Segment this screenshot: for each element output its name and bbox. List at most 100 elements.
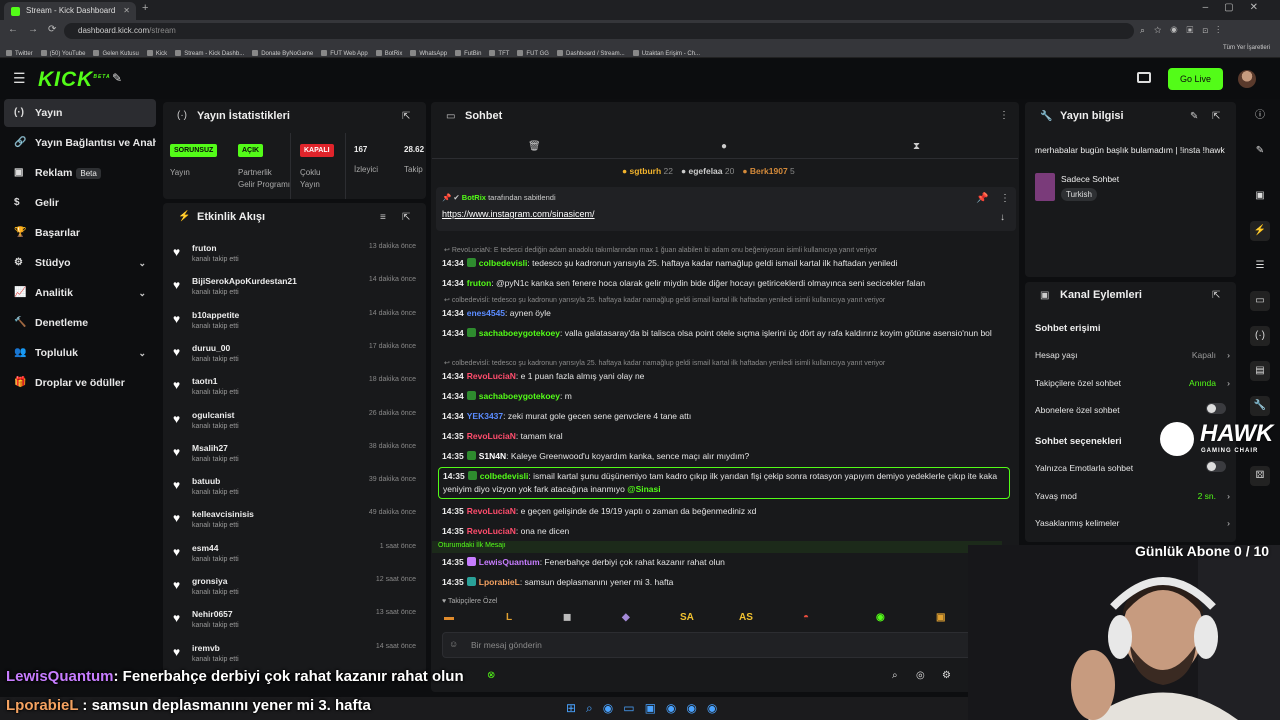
follower-name[interactable]: iremvb — [192, 643, 220, 653]
popout-icon[interactable]: ⇱ — [402, 212, 410, 223]
nav-buttons[interactable]: ←→⟳ — [8, 24, 66, 35]
follower-name[interactable]: fruton — [192, 243, 217, 253]
emote[interactable]: ◓ — [803, 612, 809, 623]
message-user[interactable]: YEK3437 — [467, 411, 503, 421]
emote[interactable]: ▣ — [936, 612, 945, 623]
edit-icon[interactable]: ✎ — [1190, 111, 1198, 122]
trash-icon[interactable]: 🗑 — [528, 141, 541, 152]
chevron-right-icon[interactable]: › — [1227, 518, 1230, 528]
extension-icons[interactable]: ⌕☆◉▣⊡⋮ — [1140, 25, 1228, 36]
gear-icon[interactable]: ⚙ — [942, 670, 951, 681]
emote[interactable]: ▬ — [444, 612, 454, 623]
store-icon[interactable] — [1137, 72, 1151, 83]
follower-name[interactable]: esm44 — [192, 543, 218, 553]
emote[interactable]: ◉ — [876, 612, 885, 623]
message-user[interactable]: sachaboeygotekoey — [479, 391, 560, 401]
mention[interactable]: @Sinasi — [627, 484, 660, 494]
emote[interactable]: AS — [739, 612, 753, 623]
info-icon[interactable]: ⓘ — [1250, 106, 1270, 126]
message-user[interactable]: sachaboeygotekoey — [479, 328, 560, 338]
follower-name[interactable]: Msalih27 — [192, 443, 228, 453]
follower-name[interactable]: duruu_00 — [192, 343, 230, 353]
bolt-icon[interactable]: ⚡ — [1250, 221, 1270, 241]
follower-name[interactable]: ogulcanist — [192, 410, 235, 420]
leader-item[interactable]: ● sgtburh 22 — [622, 166, 673, 176]
message-user[interactable]: LporabieL — [479, 577, 520, 587]
emote[interactable]: ◼ — [563, 612, 571, 623]
sidebar-item-1[interactable]: 🔗 Yayın Bağlantısı ve Anahtarı — [4, 129, 156, 157]
go-live-button[interactable]: Go Live — [1168, 68, 1223, 90]
close-tab-icon[interactable]: ✕ — [123, 2, 130, 20]
chevron-down-icon[interactable]: ⌄ — [138, 339, 146, 367]
search-icon[interactable]: ⌕ — [892, 670, 898, 681]
kick-logo[interactable]: KICKBETA — [38, 68, 111, 92]
sidebar-item-4[interactable]: 🏆 Başarılar — [4, 219, 156, 247]
edit-icon[interactable]: ✎ — [1250, 141, 1270, 161]
chevron-right-icon[interactable]: › — [1227, 378, 1230, 388]
setting-row[interactable]: Yasaklanmış kelimeler › — [1035, 518, 1230, 528]
sidebar-item-9[interactable]: 🎁 Droplar ve ödüller — [4, 369, 156, 397]
setting-row[interactable]: Hesap yaşı Kapalı › — [1035, 350, 1230, 360]
emote[interactable]: ◆ — [622, 612, 630, 623]
chevron-down-icon[interactable]: ⌄ — [138, 279, 146, 307]
url-field[interactable]: dashboard.kick.com/stream — [64, 23, 1134, 39]
chevron-down-icon[interactable]: ⌄ — [138, 249, 146, 277]
follower-name[interactable]: b10appetite — [192, 310, 239, 320]
more-icon[interactable]: ⋮ — [999, 110, 1009, 121]
toggle-switch[interactable] — [1206, 461, 1226, 472]
message-user[interactable]: RevoLuciaN — [467, 526, 516, 536]
list-icon[interactable]: ☰ — [1250, 256, 1270, 276]
follower-name[interactable]: kelleavcisinisis — [192, 509, 254, 519]
unpin-icon[interactable]: 📌 — [976, 193, 988, 204]
wrench-icon[interactable]: 🔧 — [1250, 396, 1270, 416]
sidebar-item-2[interactable]: ▣ Reklam Beta — [4, 159, 156, 187]
message-user[interactable]: S1N4N — [479, 451, 506, 461]
broadcast-icon[interactable]: (·) — [1250, 326, 1270, 346]
sidebar-item-5[interactable]: ⚙ Stüdyo ⌄ — [4, 249, 156, 277]
more-icon[interactable]: ⋮ — [1000, 193, 1010, 204]
chat-icon[interactable]: ▭ — [1250, 291, 1270, 311]
menu-icon[interactable]: ☰ — [13, 70, 26, 87]
store-icon[interactable]: ▤ — [1250, 361, 1270, 381]
new-tab-icon[interactable]: + — [142, 2, 148, 14]
sidebar-item-0[interactable]: (·) Yayın — [4, 99, 156, 127]
store-icon[interactable]: ▣ — [1250, 186, 1270, 206]
follower-name[interactable]: Nehir0657 — [192, 609, 233, 619]
popout-icon[interactable]: ⇱ — [1212, 111, 1220, 122]
popout-icon[interactable]: ⇱ — [1212, 290, 1220, 301]
message-user[interactable]: RevoLuciaN — [467, 506, 516, 516]
leader-item[interactable]: ● egefelaa 20 — [681, 166, 734, 176]
emoji-icon[interactable]: ☺ — [449, 639, 458, 649]
emote[interactable]: SA — [680, 612, 694, 623]
popout-icon[interactable]: ⇱ — [402, 111, 410, 122]
toggle-switch[interactable] — [1206, 403, 1226, 414]
follower-name[interactable]: gronsiya — [192, 576, 227, 586]
sidebar-item-7[interactable]: 🔨 Denetleme — [4, 309, 156, 337]
dice-icon[interactable]: ⚄ — [1250, 466, 1270, 486]
window-controls[interactable]: –▢✕ — [1203, 2, 1274, 13]
message-user[interactable]: fruton — [467, 278, 492, 288]
sidebar-item-6[interactable]: 📈 Analitik ⌄ — [4, 279, 156, 307]
sidebar-item-8[interactable]: 👥 Topluluk ⌄ — [4, 339, 156, 367]
chevron-right-icon[interactable]: › — [1227, 491, 1230, 501]
all-bookmarks[interactable]: Tüm Yer İşaretleri — [1223, 45, 1270, 51]
follower-name[interactable]: taotn1 — [192, 376, 218, 386]
avatar[interactable] — [1238, 70, 1256, 88]
message-user[interactable]: colbedevisli — [480, 471, 529, 481]
taskbar-icons[interactable]: ⊞⌕◉▭▣◉◉◉ — [566, 701, 727, 716]
setting-row[interactable]: Abonelere özel sohbet — [1035, 403, 1230, 415]
setting-row[interactable]: Yavaş mod 2 sn. › — [1035, 491, 1230, 501]
message-user[interactable]: RevoLuciaN — [467, 431, 516, 441]
message-user[interactable]: enes4545 — [467, 308, 505, 318]
message-user[interactable]: LewisQuantum — [479, 557, 540, 567]
follower-name[interactable]: batuub — [192, 476, 220, 486]
setting-row[interactable]: Yalnızca Emotlarla sohbet — [1035, 461, 1230, 473]
leader-item[interactable]: ● Berk1907 5 — [742, 166, 794, 176]
arrow-down-icon[interactable]: ↓ — [1000, 212, 1005, 223]
hourglass-icon[interactable]: ⧗ — [913, 141, 920, 152]
emote[interactable]: L — [506, 612, 512, 623]
chevron-right-icon[interactable]: › — [1227, 350, 1230, 360]
chat-settings-icon[interactable]: ◎ — [916, 670, 925, 681]
filter-icon[interactable]: ≡ — [380, 212, 386, 223]
message-user[interactable]: RevoLuciaN — [467, 371, 516, 381]
